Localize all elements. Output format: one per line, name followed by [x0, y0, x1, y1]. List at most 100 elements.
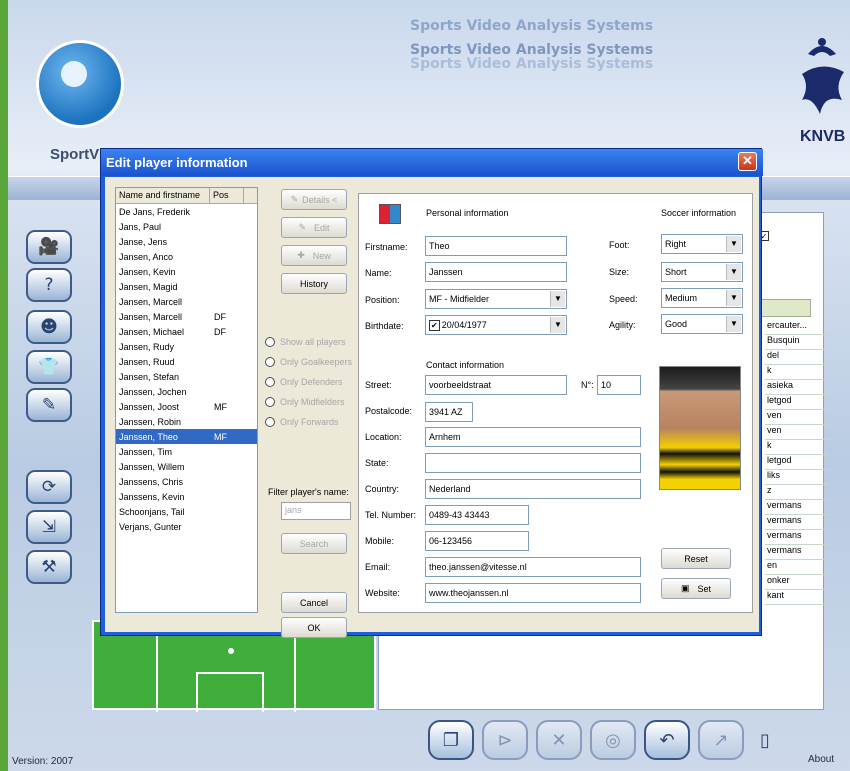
copy-icon[interactable]: ❐ [428, 720, 474, 760]
chevron-down-icon[interactable]: ▼ [726, 290, 741, 306]
open-icon[interactable]: ⊳ [482, 720, 528, 760]
radio-icon[interactable] [265, 357, 275, 367]
player-list-item[interactable]: Jans, Paul [116, 219, 257, 234]
player-icon[interactable]: ☻ [26, 310, 72, 344]
details-button[interactable]: ✎ Details < [281, 189, 347, 210]
firstname-input[interactable]: Theo [425, 236, 567, 256]
player-list-item[interactable]: Jansen, Marcell [116, 294, 257, 309]
chevron-down-icon[interactable]: ▼ [550, 291, 565, 307]
table-row[interactable]: k [765, 440, 829, 455]
player-list-item[interactable]: Janssens, Chris [116, 474, 257, 489]
radio-icon[interactable] [265, 397, 275, 407]
radio-icon[interactable] [265, 417, 275, 427]
player-list-item[interactable]: Jansen, Kevin [116, 264, 257, 279]
cancel-button[interactable]: Cancel [281, 592, 347, 613]
delete-icon[interactable]: ✕ [536, 720, 582, 760]
video-camera-icon[interactable]: 🎥 [26, 230, 72, 264]
player-list-item[interactable]: Janssen, Willem [116, 459, 257, 474]
reset-button[interactable]: Reset [661, 548, 731, 569]
size-select[interactable]: Short ▼ [661, 262, 743, 282]
about-link[interactable]: About [808, 754, 834, 765]
table-row[interactable]: liks [765, 470, 829, 485]
street-input[interactable]: voorbeeldstraat [425, 375, 567, 395]
filter-defenders[interactable]: Only Defenders [265, 377, 343, 387]
state-input[interactable] [425, 453, 641, 473]
table-row[interactable]: k [765, 365, 829, 380]
filter-forwards[interactable]: Only Forwards [265, 417, 339, 427]
notes-icon[interactable]: ✎ [26, 388, 72, 422]
player-list-item[interactable]: Janssen, Jochen [116, 384, 257, 399]
player-list-item[interactable]: Janssens, Kevin [116, 489, 257, 504]
mobile-input[interactable]: 06-123456 [425, 531, 529, 551]
column-header-name[interactable]: Name and firstname [116, 188, 210, 203]
foot-select[interactable]: Right ▼ [661, 234, 743, 254]
filter-name-input[interactable]: jans [281, 502, 351, 520]
table-row[interactable]: ven [765, 425, 829, 440]
filter-all[interactable]: Show all players [265, 337, 346, 347]
player-list-item[interactable]: Jansen, Michael DF [116, 324, 257, 339]
history-button[interactable]: History [281, 273, 347, 294]
stats-icon[interactable]: ? [26, 268, 72, 302]
position-select[interactable]: MF - Midfielder ▼ [425, 289, 567, 309]
table-row[interactable]: vermans [765, 530, 829, 545]
agility-select[interactable]: Good ▼ [661, 314, 743, 334]
table-row[interactable]: vermans [765, 500, 829, 515]
new-button[interactable]: ✚ New [281, 245, 347, 266]
share-icon[interactable]: ↗ [698, 720, 744, 760]
player-list-item[interactable]: De Jans, Frederik [116, 204, 257, 219]
email-input[interactable]: theo.janssen@vitesse.nl [425, 557, 641, 577]
filter-goalkeepers[interactable]: Only Goalkeepers [265, 357, 352, 367]
player-list[interactable]: Name and firstname Pos De Jans, Frederik… [115, 187, 258, 613]
team-shirt-icon[interactable]: 👕 [26, 350, 72, 384]
player-list-item[interactable]: Jansen, Anco [116, 249, 257, 264]
tools-icon[interactable]: ⚒ [26, 550, 72, 584]
player-list-item[interactable]: Janse, Jens [116, 234, 257, 249]
chevron-down-icon[interactable]: ▼ [726, 264, 741, 280]
table-row[interactable]: ven [765, 410, 829, 425]
close-button[interactable]: ✕ [738, 152, 757, 171]
table-row[interactable]: vermans [765, 515, 829, 530]
website-input[interactable]: www.theojanssen.nl [425, 583, 641, 603]
edit-button[interactable]: ✎ Edit [281, 217, 347, 238]
postalcode-input[interactable]: 3941 AZ [425, 402, 473, 422]
table-row[interactable]: en [765, 560, 829, 575]
player-list-item[interactable]: Jansen, Marcell DF [116, 309, 257, 324]
player-list-item[interactable]: Jansen, Magid [116, 279, 257, 294]
table-row[interactable]: kant [765, 590, 829, 605]
export-icon[interactable]: ⇲ [26, 510, 72, 544]
country-input[interactable]: Nederland [425, 479, 641, 499]
column-header-pos[interactable]: Pos [210, 188, 244, 203]
player-list-item[interactable]: Jansen, Ruud [116, 354, 257, 369]
table-row[interactable]: letgod [765, 395, 829, 410]
undo-icon[interactable]: ↶ [644, 720, 690, 760]
table-row[interactable]: Busquin [765, 335, 829, 350]
table-row[interactable]: asieka [765, 380, 829, 395]
player-list-item[interactable]: Janssen, Joost MF [116, 399, 257, 414]
chevron-down-icon[interactable]: ▼ [726, 316, 741, 332]
table-row[interactable]: ercauter... [765, 320, 829, 335]
name-input[interactable]: Janssen [425, 262, 567, 282]
radio-icon[interactable] [265, 377, 275, 387]
disc-icon[interactable]: ◎ [590, 720, 636, 760]
table-row[interactable]: onker [765, 575, 829, 590]
exit-door-icon[interactable]: ▯ [760, 730, 770, 751]
chevron-down-icon[interactable]: ▼ [550, 317, 565, 333]
table-row[interactable]: vermans [765, 545, 829, 560]
player-list-item[interactable]: Jansen, Stefan [116, 369, 257, 384]
table-row[interactable]: z [765, 485, 829, 500]
player-list-item[interactable]: Janssen, Theo MF [116, 429, 257, 444]
speed-select[interactable]: Medium ▼ [661, 288, 743, 308]
tel-input[interactable]: 0489-43 43443 [425, 505, 529, 525]
search-button[interactable]: Search [281, 533, 347, 554]
player-list-item[interactable]: Jansen, Rudy [116, 339, 257, 354]
number-input[interactable]: 10 [597, 375, 641, 395]
chevron-down-icon[interactable]: ▼ [726, 236, 741, 252]
player-list-item[interactable]: Janssen, Tim [116, 444, 257, 459]
filter-midfielders[interactable]: Only Midfielders [265, 397, 345, 407]
player-list-item[interactable]: Schoonjans, Tail [116, 504, 257, 519]
set-button[interactable]: ▣ Set [661, 578, 731, 599]
player-list-item[interactable]: Janssen, Robin [116, 414, 257, 429]
ok-button[interactable]: OK [281, 617, 347, 638]
radio-icon[interactable] [265, 337, 275, 347]
table-row[interactable]: letgod [765, 455, 829, 470]
